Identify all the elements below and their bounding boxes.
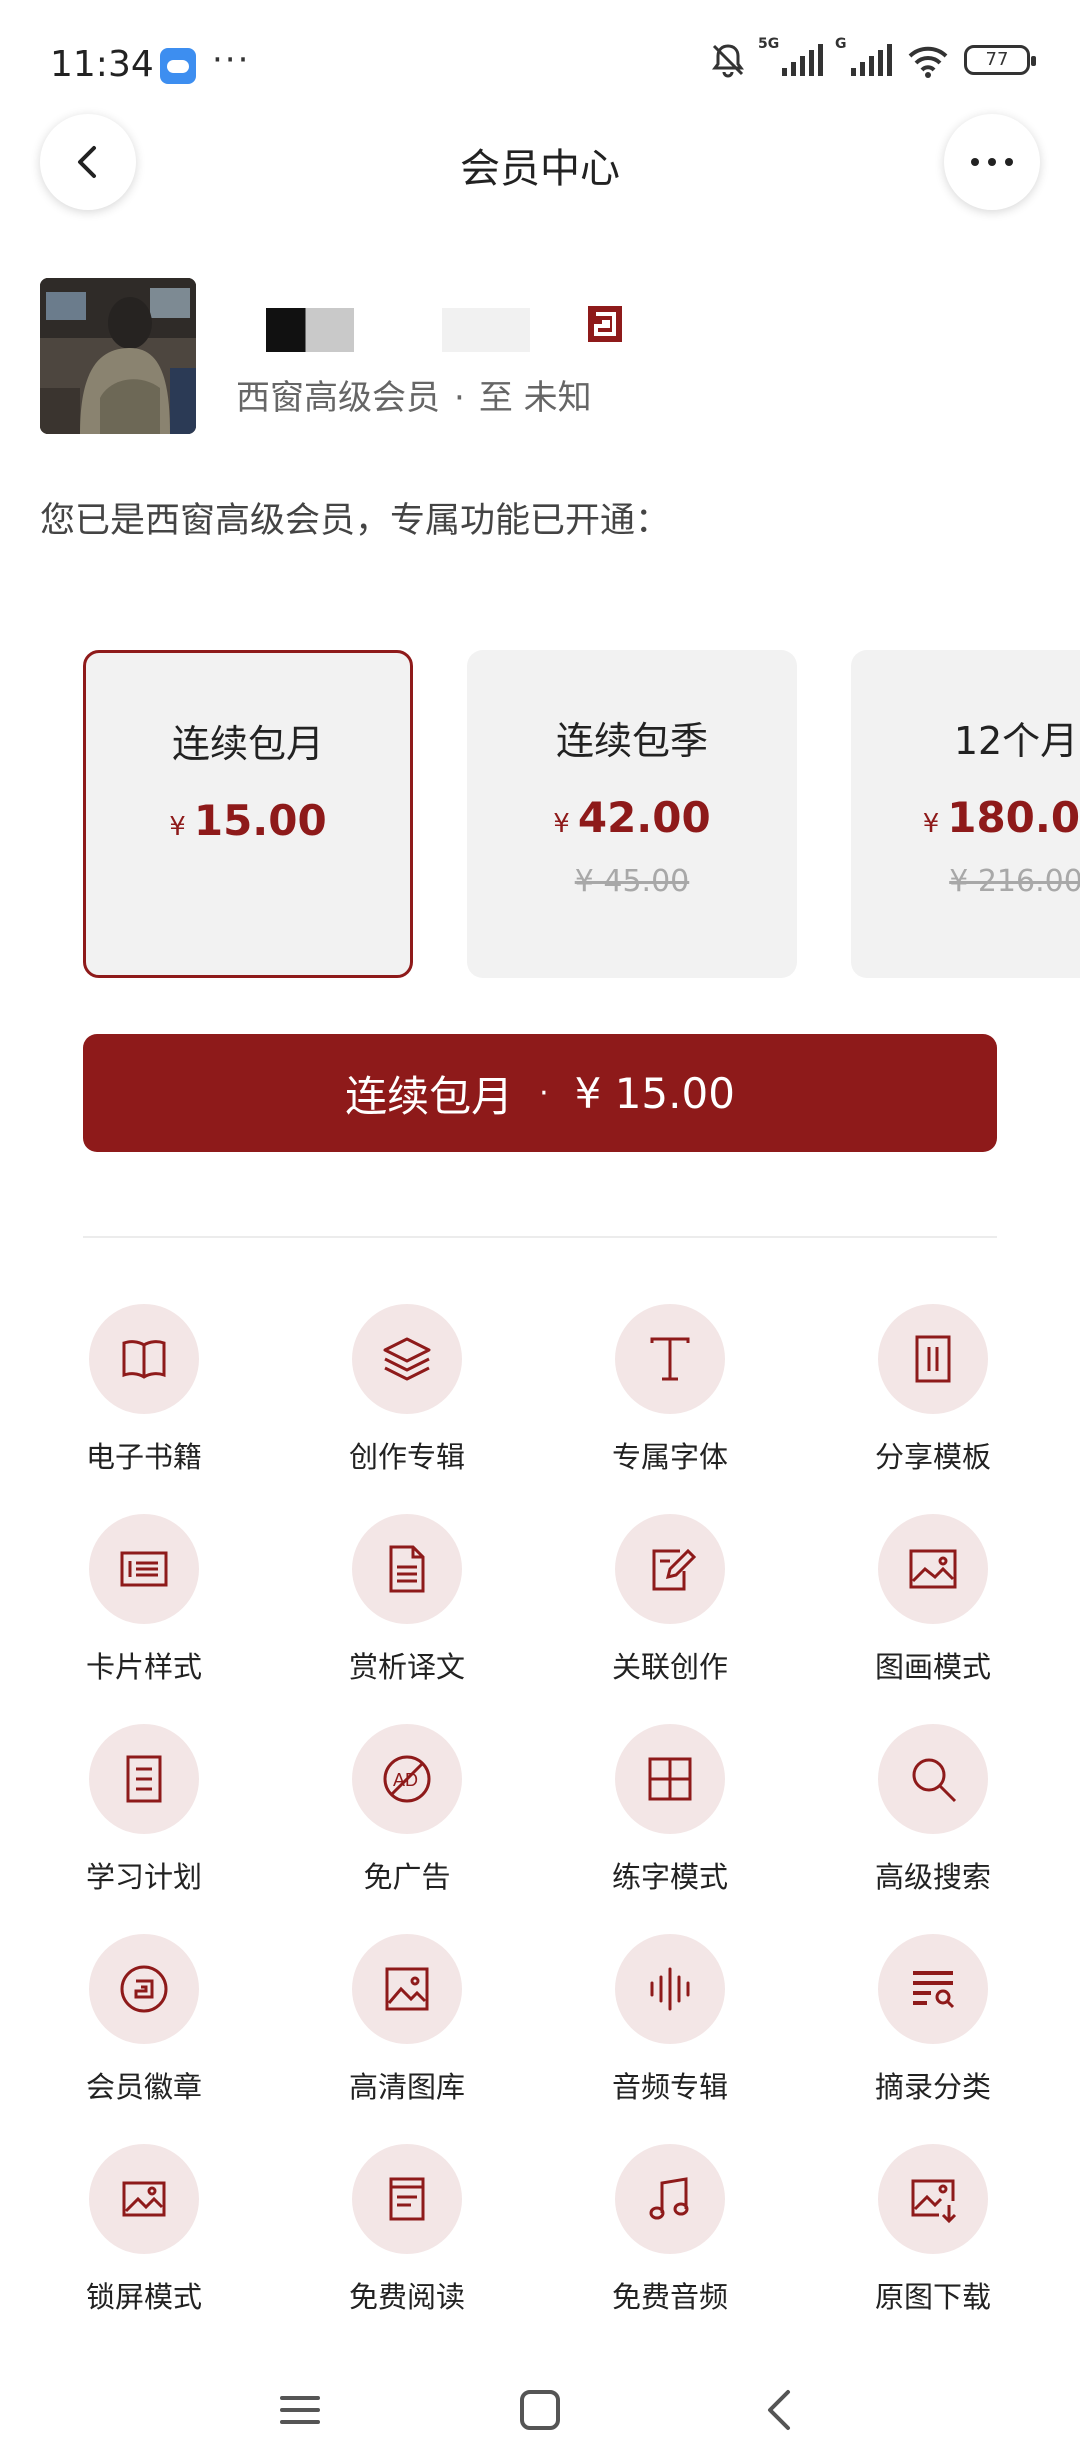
feature-original-download[interactable]: 原图下载 [833, 2144, 1033, 2316]
plan-original-price: ¥ 216.00 [949, 864, 1080, 899]
card-icon [120, 1551, 168, 1587]
divider [83, 1236, 997, 1238]
feature-related-works[interactable]: 关联创作 [570, 1514, 770, 1686]
plan-price: ¥42.00 [553, 793, 711, 842]
plan-original-price: ¥ 45.00 [574, 864, 690, 899]
battery-indicator: 77 [964, 45, 1036, 75]
reading-icon [389, 2177, 425, 2221]
page-title: 会员中心 [460, 146, 620, 192]
nav-menu-button[interactable] [270, 2380, 330, 2440]
image-download-icon [911, 2179, 957, 2224]
template-icon [915, 1335, 951, 1383]
svg-text:AD: AD [393, 1770, 418, 1790]
feature-free-reading[interactable]: 免费阅读 [307, 2144, 507, 2316]
plan-card-quarterly[interactable]: 连续包季 ¥42.00 ¥ 45.00 [467, 650, 797, 978]
feature-hd-gallery[interactable]: 高清图库 [307, 1934, 507, 2106]
music-note-icon [649, 2177, 689, 2220]
member-badge-icon [588, 306, 622, 342]
feature-fonts[interactable]: 专属字体 [570, 1304, 770, 1476]
badge-icon [120, 1965, 168, 2013]
grid-icon [648, 1757, 692, 1801]
font-icon [650, 1337, 690, 1381]
plan-name: 连续包月 [171, 722, 324, 766]
lock-screen-icon [122, 2181, 166, 2217]
plan-name: 连续包季 [555, 719, 708, 763]
membership-level: 西窗高级会员 [236, 378, 440, 418]
menu-icon [280, 2396, 320, 2424]
edit-note-icon [652, 1548, 697, 1591]
filter-list-icon [913, 1971, 955, 2009]
plan-price: ¥180.00 [922, 793, 1080, 842]
feature-audio-albums[interactable]: 音频专辑 [570, 1934, 770, 2106]
feature-albums[interactable]: 创作专辑 [307, 1304, 507, 1476]
plan-name: 12个月 [953, 719, 1079, 763]
layers-icon [383, 1337, 431, 1381]
username-redacted [236, 300, 656, 356]
no-ad-icon: AD [383, 1755, 431, 1803]
plan-card-monthly[interactable]: 连续包月 ¥15.00 [83, 650, 413, 978]
feature-share-templates[interactable]: 分享模板 [833, 1304, 1033, 1476]
picture-icon [909, 1549, 957, 1589]
gallery-icon [385, 1967, 429, 2011]
home-square-icon [520, 2390, 560, 2430]
more-notifications-icon: ··· [212, 40, 251, 80]
top-app-bar: 会员中心 [0, 110, 1080, 220]
membership-intro-text: 您已是西窗高级会员，专属功能已开通： [40, 501, 671, 541]
wifi-icon [908, 46, 948, 78]
list-icon [126, 1755, 162, 1803]
search-icon [912, 1758, 957, 1803]
feature-picture-mode[interactable]: 图画模式 [833, 1514, 1033, 1686]
membership-status: 西窗高级会员 · 至 未知 [236, 370, 592, 419]
back-triangle-icon [768, 2390, 790, 2430]
redaction-block [442, 308, 530, 352]
book-icon [122, 1340, 166, 1379]
feature-excerpt-categories[interactable]: 摘录分类 [833, 1934, 1033, 2106]
feature-no-ads[interactable]: AD 免广告 [307, 1724, 507, 1896]
system-navigation-bar [0, 2360, 1080, 2460]
plan-card-yearly[interactable]: 12个月 ¥180.00 ¥ 216.00 [851, 650, 1080, 978]
redaction-block [266, 308, 354, 352]
more-horizontal-icon [971, 158, 1013, 166]
document-icon [389, 1545, 425, 1593]
status-time: 11:34 [50, 44, 154, 85]
feature-ebooks[interactable]: 电子书籍 [44, 1304, 244, 1476]
plan-price: ¥15.00 [169, 796, 327, 845]
more-options-button[interactable] [944, 114, 1040, 210]
avatar[interactable] [40, 278, 196, 434]
separator-dot: · [454, 378, 465, 418]
plan-carousel[interactable]: 连续包月 ¥15.00 连续包季 ¥42.00 ¥ 45.00 12个月 ¥18… [0, 650, 1080, 980]
feature-calligraphy[interactable]: 练字模式 [570, 1724, 770, 1896]
signal-g-icon: G [835, 36, 892, 76]
cloud-app-icon [160, 48, 196, 84]
feature-advanced-search[interactable]: 高级搜索 [833, 1724, 1033, 1896]
bell-muted-icon [712, 44, 744, 78]
signal-5g-icon: 5G [758, 36, 823, 76]
feature-card-styles[interactable]: 卡片样式 [44, 1514, 244, 1686]
feature-member-badge[interactable]: 会员徽章 [44, 1934, 244, 2106]
feature-study-plan[interactable]: 学习计划 [44, 1724, 244, 1896]
feature-translations[interactable]: 赏析译文 [307, 1514, 507, 1686]
audio-wave-icon [650, 1967, 690, 2011]
nav-home-button[interactable] [510, 2380, 570, 2440]
subscribe-button[interactable]: 连续包月 · ¥ 15.00 [83, 1034, 997, 1152]
membership-expiry: 至 未知 [478, 378, 592, 418]
feature-free-audio[interactable]: 免费音频 [570, 2144, 770, 2316]
nav-back-button[interactable] [750, 2380, 810, 2440]
feature-lock-screen[interactable]: 锁屏模式 [44, 2144, 244, 2316]
